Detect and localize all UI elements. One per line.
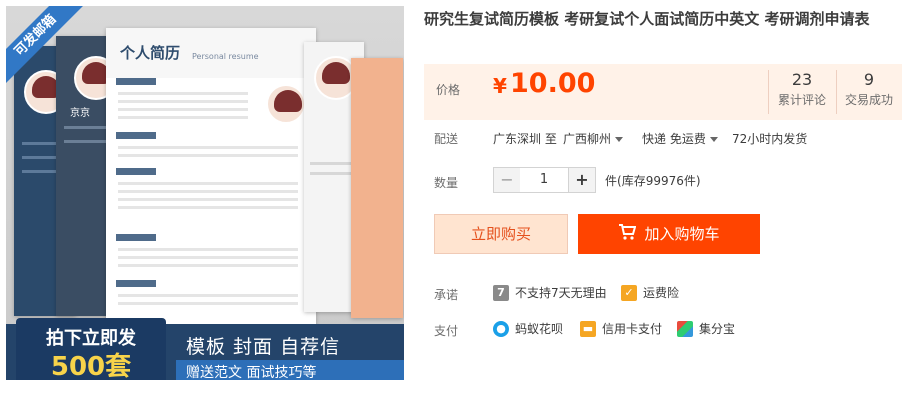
promo-badge-line1: 拍下立即发: [46, 328, 136, 349]
shipping-insurance-icon: ✓: [621, 284, 637, 301]
price-currency: ¥: [493, 74, 507, 98]
sales-label: 交易成功: [844, 93, 893, 107]
product-main-image[interactable]: 京京 个人简历 Personal resume 可发邮箱 拍下立即发 500套 …: [6, 6, 404, 380]
text-line: [118, 248, 298, 251]
price-label: 价格: [436, 83, 461, 97]
price-value: 10.00: [510, 68, 596, 99]
add-to-cart-button[interactable]: 加入购物车: [578, 214, 760, 254]
promise-item-no-return[interactable]: 7 不支持7天无理由: [493, 284, 607, 301]
resume-sample-main: 个人简历 Personal resume: [106, 28, 316, 328]
quantity-unit: 件: [605, 174, 618, 188]
ship-method-select[interactable]: 快递 免运费: [642, 130, 718, 147]
text-line: [118, 206, 298, 209]
promise-item-insurance[interactable]: ✓ 运费险: [621, 284, 679, 301]
buy-now-button[interactable]: 立即购买: [434, 214, 568, 254]
text-line: [118, 190, 298, 193]
reviews-count: 23: [791, 70, 813, 89]
payment-text: 信用卡支付: [602, 322, 663, 336]
section-bar: [116, 132, 156, 139]
reviews-stat[interactable]: 23 累计评论: [770, 70, 834, 108]
shipping-label: 配送: [434, 132, 459, 146]
jifenbao-icon: [677, 320, 693, 337]
section-bar: [116, 234, 156, 241]
resume-title-en: Personal resume: [192, 52, 259, 61]
text-line: [118, 264, 298, 267]
ship-from: 广东深圳 至: [493, 132, 557, 146]
credit-card-icon: ▬: [580, 320, 596, 337]
promo-badge-line2: 500套: [50, 352, 132, 380]
promise-text: 不支持7天无理由: [515, 286, 607, 300]
chevron-down-icon: [709, 137, 718, 142]
text-line: [118, 294, 298, 297]
quantity-increase-button[interactable]: +: [568, 167, 596, 193]
add-to-cart-label: 加入购物车: [644, 225, 720, 243]
section-bar: [116, 78, 156, 85]
stat-divider: [768, 70, 769, 114]
huabei-icon: ●: [493, 320, 509, 337]
cart-icon: [618, 215, 637, 255]
promo-badge: 拍下立即发 500套: [16, 318, 166, 380]
resume-header: 个人简历 Personal resume: [106, 28, 316, 78]
seven-day-icon: 7: [493, 284, 509, 301]
text-line: [118, 92, 248, 95]
payment-text: 蚂蚁花呗: [515, 322, 564, 336]
promise-text: 运费险: [643, 286, 680, 300]
ship-to-select[interactable]: 广西柳州: [563, 130, 624, 147]
payment-text: 集分宝: [699, 322, 736, 336]
sales-stat: 9 交易成功: [838, 70, 900, 108]
resume-title-cn: 个人简历: [120, 44, 181, 62]
reviews-label: 累计评论: [777, 93, 826, 107]
avatar: [266, 84, 306, 124]
text-line: [118, 302, 298, 305]
text-line: [118, 116, 248, 119]
section-bar: [116, 168, 156, 175]
stat-divider: [836, 70, 837, 114]
quantity-decrease-button[interactable]: −: [493, 167, 521, 193]
payment-item-jifenbao[interactable]: 集分宝: [677, 320, 735, 337]
text-line: [118, 154, 298, 157]
text-line: [118, 198, 298, 201]
promise-label: 承诺: [434, 288, 459, 302]
promo-bonus: 赠送范文 面试技巧等: [186, 365, 317, 380]
stock-info: 件(库存99976件): [605, 172, 701, 189]
ship-method-value: 快递 免运费: [642, 132, 706, 146]
ship-to-value: 广西柳州: [563, 132, 612, 146]
ship-time: 72小时内发货: [732, 132, 808, 146]
quantity-label: 数量: [434, 176, 459, 190]
resume-sample-5: [351, 58, 403, 318]
section-bar: [116, 280, 156, 287]
text-line: [118, 100, 248, 103]
payment-label: 支付: [434, 324, 459, 338]
chevron-down-icon: [615, 137, 624, 142]
text-line: [118, 182, 298, 185]
stock-count: (库存99976件): [617, 174, 701, 188]
sales-count: 9: [863, 70, 875, 89]
text-line: [118, 256, 298, 259]
payment-item-credit-card[interactable]: ▬ 信用卡支付: [580, 320, 662, 337]
text-line: [118, 108, 248, 111]
resume-name: 京京: [70, 108, 90, 119]
payment-item-huabei[interactable]: ● 蚂蚁花呗: [493, 320, 563, 337]
promo-features: 模板 封面 自荐信: [186, 336, 341, 358]
product-title: 研究生复试简历模板 考研复试个人面试简历中英文 考研调剂申请表: [424, 10, 870, 28]
text-line: [118, 146, 298, 149]
quantity-input[interactable]: 1: [520, 167, 568, 193]
